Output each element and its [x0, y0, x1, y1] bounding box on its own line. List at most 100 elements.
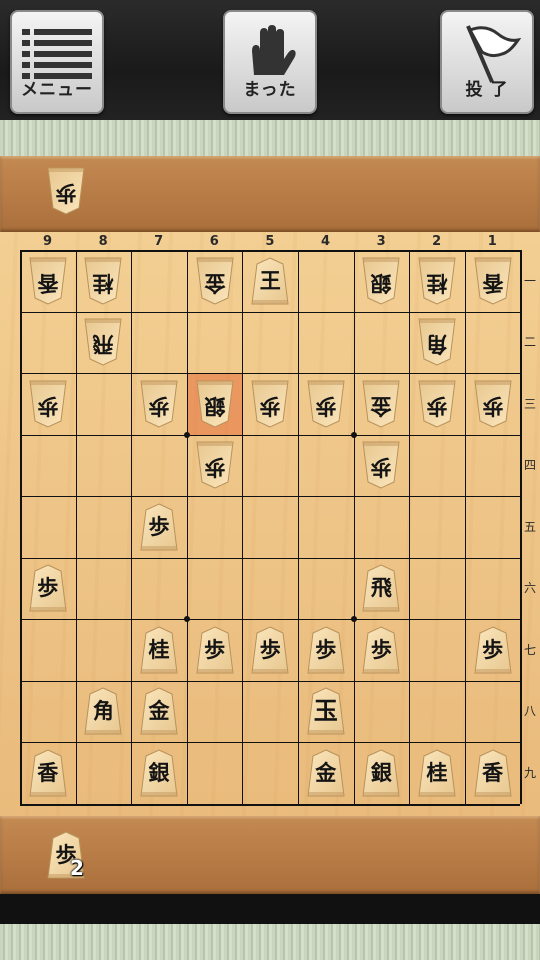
piece-character: 歩	[148, 513, 170, 539]
undo-button[interactable]: まった	[223, 10, 317, 114]
sente-piece[interactable]: 金	[306, 748, 346, 798]
gote-piece[interactable]: 飛	[83, 317, 123, 367]
piece-character: 歩	[148, 393, 170, 419]
star-point	[183, 616, 190, 622]
gote-piece[interactable]: 歩	[361, 440, 401, 490]
piece-character: 角	[92, 698, 114, 724]
gote-piece[interactable]: 歩	[250, 379, 290, 429]
undo-label: まった	[243, 80, 297, 100]
piece-character: 金	[315, 759, 337, 785]
gote-hand-piece[interactable]: 歩	[46, 166, 86, 216]
grid-line-horizontal	[20, 311, 521, 313]
sente-piece[interactable]: 銀	[139, 748, 179, 798]
sente-piece[interactable]: 歩	[473, 625, 513, 675]
rank-number: 五	[523, 519, 536, 534]
sente-piece[interactable]: 玉	[306, 686, 346, 736]
gote-piece[interactable]: 金	[361, 379, 401, 429]
hand-piece-count: 2	[70, 856, 84, 880]
sente-piece[interactable]: 香	[28, 748, 68, 798]
piece-character: 金	[148, 698, 170, 724]
piece-character: 歩	[37, 575, 59, 601]
file-number: 1	[487, 234, 497, 249]
sente-piece[interactable]: 歩	[306, 625, 346, 675]
grid-line-vertical	[298, 250, 299, 804]
piece-character: 歩	[370, 455, 392, 481]
piece-character: 歩	[315, 636, 337, 662]
piece-character: 金	[370, 393, 392, 419]
piece-character: 銀	[370, 270, 392, 296]
sente-piece[interactable]: 歩	[139, 502, 179, 552]
piece-character: 香	[482, 759, 504, 785]
piece-character: 玉	[313, 696, 338, 726]
grid-line-vertical	[131, 250, 133, 804]
grid-line-horizontal	[20, 680, 521, 682]
grid-line-vertical	[353, 250, 355, 804]
menu-button[interactable]: メニュー	[10, 10, 104, 114]
piece-character: 歩	[482, 393, 504, 419]
piece-character: 桂	[426, 270, 448, 296]
piece-character: 金	[204, 270, 226, 296]
grid-line-horizontal	[20, 619, 521, 620]
piece-character: 歩	[482, 636, 504, 662]
sente-piece[interactable]: 歩	[195, 625, 235, 675]
gote-piece[interactable]: 角	[417, 317, 457, 367]
rank-number: 六	[523, 581, 536, 596]
grid-line-vertical	[20, 250, 22, 804]
piece-character: 歩	[204, 636, 226, 662]
piece-character: 香	[482, 270, 504, 296]
piece-character: 香	[37, 270, 59, 296]
grid-line-vertical	[409, 250, 411, 804]
piece-character: 歩	[426, 393, 448, 419]
gote-piece[interactable]: 歩	[473, 379, 513, 429]
rank-number: 八	[523, 704, 536, 719]
rank-number: 一	[523, 273, 536, 288]
piece-character: 歩	[204, 455, 226, 481]
grid-line-vertical	[186, 250, 188, 804]
file-number: 7	[154, 234, 164, 249]
gote-piece[interactable]: 桂	[83, 256, 123, 306]
piece-character: 飛	[92, 332, 114, 358]
piece-character: 歩	[370, 636, 392, 662]
resign-button[interactable]: 投 了	[440, 10, 534, 114]
sente-piece[interactable]: 飛	[361, 563, 401, 613]
piece-character: 歩	[55, 181, 77, 206]
star-point	[183, 431, 190, 438]
gote-piece[interactable]: 銀	[361, 256, 401, 306]
gote-piece[interactable]: 歩	[195, 440, 235, 490]
gote-piece[interactable]: 歩	[306, 379, 346, 429]
sente-piece[interactable]: 金	[139, 686, 179, 736]
menu-label: メニュー	[21, 80, 93, 100]
gote-piece[interactable]: 歩	[28, 379, 68, 429]
gote-piece[interactable]: 銀	[195, 379, 235, 429]
sente-piece[interactable]: 香	[473, 748, 513, 798]
grid-line-horizontal	[20, 434, 521, 436]
shogi-board	[0, 232, 540, 816]
sente-piece[interactable]: 歩	[28, 563, 68, 613]
sente-piece[interactable]: 歩	[361, 625, 401, 675]
piece-character: 銀	[148, 759, 170, 785]
gote-piece[interactable]: 歩	[417, 379, 457, 429]
piece-character: 銀	[204, 393, 226, 419]
piece-character: 飛	[370, 575, 392, 601]
gote-piece[interactable]: 金	[195, 256, 235, 306]
gote-piece[interactable]: 桂	[417, 256, 457, 306]
sente-piece[interactable]: 歩	[250, 625, 290, 675]
piece-character: 桂	[426, 759, 448, 785]
rank-number: 九	[523, 765, 536, 780]
gote-piece[interactable]: 香	[28, 256, 68, 306]
file-number: 8	[98, 234, 108, 249]
file-number: 2	[432, 234, 442, 249]
gote-piece[interactable]: 香	[473, 256, 513, 306]
sente-piece[interactable]: 角	[83, 686, 123, 736]
grid-line-horizontal	[20, 803, 521, 806]
piece-character: 歩	[315, 393, 337, 419]
sente-piece[interactable]: 桂	[139, 625, 179, 675]
sente-piece[interactable]: 桂	[417, 748, 457, 798]
gote-piece[interactable]: 王	[250, 256, 290, 306]
piece-character: 歩	[259, 393, 281, 419]
sente-piece[interactable]: 銀	[361, 748, 401, 798]
piece-character: 銀	[370, 759, 392, 785]
piece-character: 王	[259, 267, 281, 293]
rank-number: 七	[523, 642, 536, 657]
gote-piece[interactable]: 歩	[139, 379, 179, 429]
